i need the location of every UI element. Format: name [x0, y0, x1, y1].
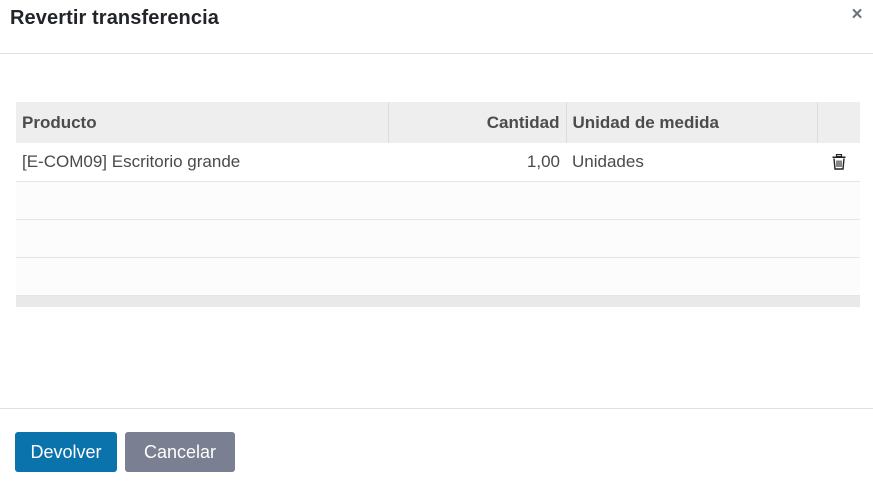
return-button[interactable]: Devolver: [15, 432, 117, 472]
return-transfer-dialog: Revertir transferencia × Producto Cantid…: [0, 0, 873, 492]
table-footer: [16, 295, 860, 307]
cell-product[interactable]: [E-COM09] Escritorio grande: [16, 143, 388, 181]
table-header-row: Producto Cantidad Unidad de medida: [16, 102, 860, 143]
table-row[interactable]: [E-COM09] Escritorio grande 1,00 Unidade…: [16, 143, 860, 181]
cell-uom[interactable]: Unidades: [566, 143, 817, 181]
empty-row: [16, 219, 860, 257]
dialog-footer: Devolver Cancelar: [0, 408, 873, 492]
column-header-quantity[interactable]: Cantidad: [388, 102, 567, 143]
cell-delete: [817, 143, 860, 181]
dialog-header: Revertir transferencia ×: [0, 0, 873, 54]
cancel-button[interactable]: Cancelar: [125, 432, 235, 472]
dialog-title: Revertir transferencia: [10, 7, 219, 29]
column-header-actions: [817, 102, 860, 143]
column-header-product[interactable]: Producto: [16, 102, 389, 143]
empty-row: [16, 257, 860, 295]
trash-icon[interactable]: [832, 154, 846, 170]
products-table: Producto Cantidad Unidad de medida [E-CO…: [16, 102, 860, 307]
column-header-uom[interactable]: Unidad de medida: [566, 102, 818, 143]
close-icon[interactable]: ×: [849, 5, 865, 25]
cell-quantity[interactable]: 1,00: [388, 143, 566, 181]
empty-row: [16, 181, 860, 219]
